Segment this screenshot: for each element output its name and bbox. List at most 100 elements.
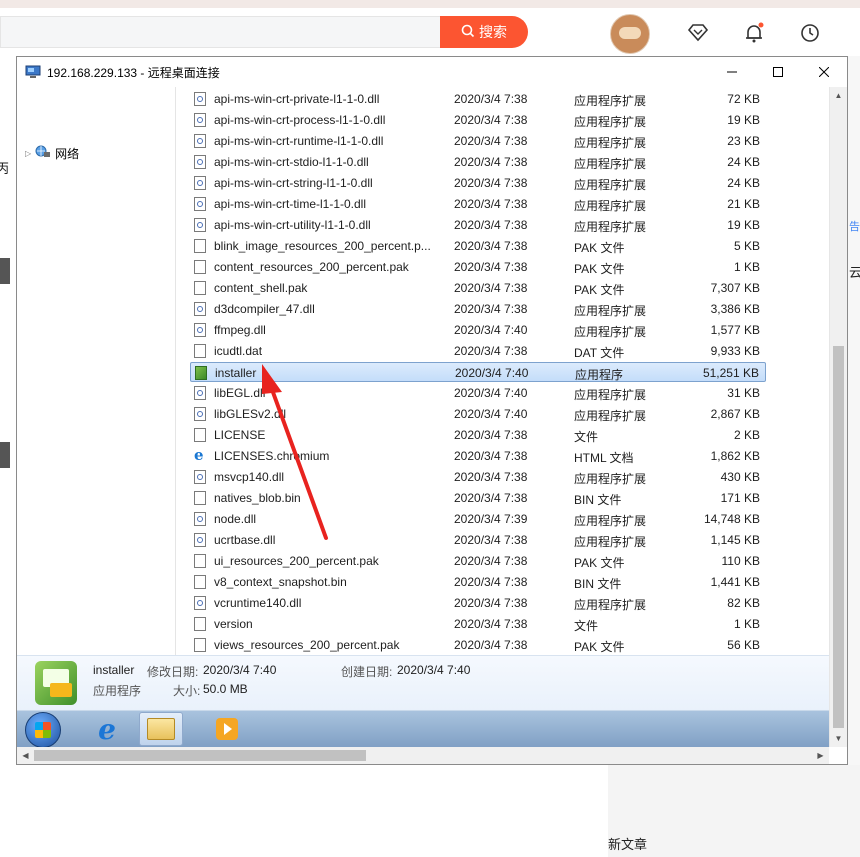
site-search-input[interactable] <box>0 16 440 48</box>
scroll-down-icon[interactable]: ▼ <box>830 730 847 747</box>
expand-arrow-icon[interactable]: ▷ <box>25 149 31 158</box>
minimize-button[interactable] <box>709 57 755 87</box>
scroll-up-icon[interactable]: ▲ <box>830 87 847 104</box>
file-row[interactable]: LICENSE 2020/3/4 7:38 文件 2 KB <box>190 425 766 445</box>
file-row[interactable]: ffmpeg.dll 2020/3/4 7:40 应用程序扩展 1,577 KB <box>190 320 766 340</box>
file-row[interactable]: version 2020/3/4 7:38 文件 1 KB <box>190 614 766 634</box>
dll-file-icon <box>194 302 206 316</box>
details-pane: installer 修改日期: 2020/3/4 7:40 创建日期: 2020… <box>17 655 829 711</box>
file-size: 7,307 KB <box>710 281 760 295</box>
left-edge-thumbnail <box>0 258 10 284</box>
installer-app-icon <box>35 661 77 705</box>
network-icon <box>35 145 51 162</box>
file-row[interactable]: views_resources_200_percent.pak 2020/3/4 … <box>190 635 766 655</box>
nav-item-label: 网络 <box>55 147 80 161</box>
file-row[interactable]: installer 2020/3/4 7:40 应用程序 51,251 KB <box>190 362 766 382</box>
details-size-label: 大小: <box>173 684 201 698</box>
file-row[interactable]: natives_blob.bin 2020/3/4 7:38 BIN 文件 171 K… <box>190 488 766 508</box>
file-row[interactable]: api-ms-win-crt-process-l1-1-0.dll 2020/3/… <box>190 110 766 130</box>
file-icon <box>194 344 206 358</box>
file-size: 82 KB <box>727 596 760 610</box>
horizontal-scrollbar[interactable]: ◀ ▶ <box>17 747 829 764</box>
file-row[interactable]: api-ms-win-crt-string-l1-1-0.dll 2020/3/4… <box>190 173 766 193</box>
file-name: api-ms-win-crt-utility-l1-1-0.dll <box>214 218 371 232</box>
details-modified-label: 修改日期: <box>147 665 199 679</box>
site-search-button[interactable]: 搜索 <box>440 16 528 48</box>
file-row[interactable]: api-ms-win-crt-utility-l1-1-0.dll 2020/3/… <box>190 215 766 235</box>
file-row[interactable]: api-ms-win-crt-time-l1-1-0.dll 2020/3/4 7… <box>190 194 766 214</box>
html-document-icon <box>194 446 206 464</box>
file-row[interactable]: v8_context_snapshot.bin 2020/3/4 7:38 BIN … <box>190 572 766 592</box>
scroll-right-icon[interactable]: ▶ <box>812 747 829 764</box>
file-date: 2020/3/4 7:38 <box>454 113 528 127</box>
file-size: 72 KB <box>727 92 760 106</box>
file-row[interactable]: node.dll 2020/3/4 7:39 应用程序扩展 14,748 KB <box>190 509 766 529</box>
browser-top-strip <box>0 0 860 8</box>
dll-file-icon <box>194 218 206 232</box>
file-size: 51,251 KB <box>702 366 759 380</box>
file-date: 2020/3/4 7:40 <box>455 366 529 380</box>
file-row[interactable]: api-ms-win-crt-stdio-l1-1-0.dll 2020/3/4 … <box>190 152 766 172</box>
file-row[interactable]: ucrtbase.dll 2020/3/4 7:38 应用程序扩展 1,145 KB <box>190 530 766 550</box>
user-avatar[interactable] <box>610 14 650 54</box>
file-row[interactable]: msvcp140.dll 2020/3/4 7:38 应用程序扩展 430 KB <box>190 467 766 487</box>
vip-diamond-icon[interactable] <box>685 20 711 46</box>
file-date: 2020/3/4 7:38 <box>454 596 528 610</box>
file-row[interactable]: api-ms-win-crt-private-l1-1-0.dll 2020/3/… <box>190 89 766 109</box>
history-clock-icon[interactable] <box>797 20 823 46</box>
file-size: 24 KB <box>727 176 760 190</box>
nav-item-network[interactable]: ▷ 网络 <box>25 145 79 162</box>
file-row[interactable]: LICENSES.chromium 2020/3/4 7:38 HTML 文档 1,8… <box>190 446 766 466</box>
file-date: 2020/3/4 7:38 <box>454 449 528 463</box>
file-date: 2020/3/4 7:38 <box>454 617 528 631</box>
window-titlebar[interactable]: 192.168.229.133 - 远程桌面连接 <box>17 57 847 87</box>
dll-file-icon <box>194 407 206 421</box>
details-created-label: 创建日期: <box>341 665 393 679</box>
file-row[interactable]: blink_image_resources_200_percent.p... 20… <box>190 236 766 256</box>
scrollbar-thumb[interactable] <box>833 346 844 728</box>
file-row[interactable]: icudtl.dat 2020/3/4 7:38 DAT 文件 9,933 KB <box>190 341 766 361</box>
file-row[interactable]: libEGL.dll 2020/3/4 7:40 应用程序扩展 31 KB <box>190 383 766 403</box>
file-icon <box>194 428 206 442</box>
windows-explorer-button[interactable] <box>139 712 183 746</box>
file-date: 2020/3/4 7:38 <box>454 554 528 568</box>
maximize-button[interactable] <box>755 57 801 87</box>
file-name: LICENSE <box>214 428 266 442</box>
file-type: BIN 文件 <box>574 493 622 507</box>
file-type: 应用程序扩展 <box>574 157 647 171</box>
file-row[interactable]: api-ms-win-crt-runtime-l1-1-0.dll 2020/3/… <box>190 131 766 151</box>
file-size: 19 KB <box>727 218 760 232</box>
file-type: 文件 <box>574 430 599 444</box>
new-articles-heading: 新文章 <box>608 837 648 852</box>
dll-file-icon <box>194 155 206 169</box>
close-button[interactable] <box>801 57 847 87</box>
start-button[interactable] <box>25 712 61 748</box>
file-name: content_resources_200_percent.pak <box>214 260 409 274</box>
scrollbar-thumb[interactable] <box>34 750 366 761</box>
vertical-scrollbar[interactable]: ▲ ▼ <box>829 87 847 747</box>
file-date: 2020/3/4 7:38 <box>454 239 528 253</box>
file-row[interactable]: libGLESv2.dll 2020/3/4 7:40 应用程序扩展 2,867 KB <box>190 404 766 424</box>
scroll-left-icon[interactable]: ◀ <box>17 747 34 764</box>
file-row[interactable]: content_shell.pak 2020/3/4 7:38 PAK 文件 7,30… <box>190 278 766 298</box>
internet-explorer-button[interactable]: e <box>85 712 129 746</box>
notification-bell-icon[interactable] <box>741 20 767 46</box>
media-player-button[interactable] <box>205 712 249 746</box>
internet-explorer-icon: e <box>98 712 116 746</box>
file-size: 2 KB <box>733 428 760 442</box>
file-row[interactable]: vcruntime140.dll 2020/3/4 7:38 应用程序扩展 82 KB <box>190 593 766 613</box>
file-type: PAK 文件 <box>574 283 625 297</box>
file-size: 21 KB <box>727 197 760 211</box>
file-date: 2020/3/4 7:38 <box>454 134 528 148</box>
file-row[interactable]: d3dcompiler_47.dll 2020/3/4 7:38 应用程序扩展 3,3… <box>190 299 766 319</box>
file-type: 应用程序扩展 <box>574 304 647 318</box>
details-file-type: 应用程序 <box>93 684 142 698</box>
file-type: DAT 文件 <box>574 346 625 360</box>
file-icon <box>194 617 206 631</box>
file-size: 1 KB <box>733 617 760 631</box>
file-size: 3,386 KB <box>710 302 760 316</box>
window-title: 192.168.229.133 - 远程桌面连接 <box>47 66 220 80</box>
file-row[interactable]: content_resources_200_percent.pak 2020/3/… <box>190 257 766 277</box>
file-row[interactable]: ui_resources_200_percent.pak 2020/3/4 7:3… <box>190 551 766 571</box>
file-name: content_shell.pak <box>214 281 308 295</box>
